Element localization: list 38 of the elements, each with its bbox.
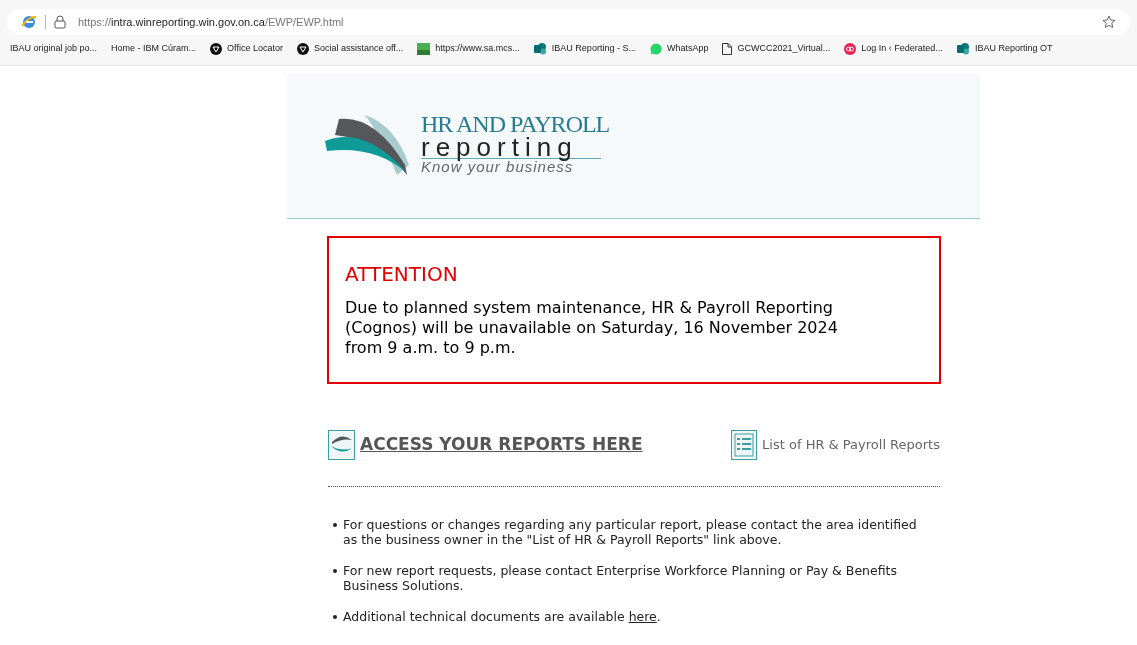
bookmark[interactable]: https://www.sa.mcs... xyxy=(435,42,520,56)
bullet-text: For new report requests, please contact Enterprise Workforce Planning or Pay & Benefits Business Solutions. xyxy=(343,563,898,593)
sharepoint-icon xyxy=(956,43,970,55)
sharepoint-icon xyxy=(533,43,547,55)
bookmark[interactable]: Log In ‹ Federated... xyxy=(861,42,943,56)
bookmark[interactable]: Social assistance off... xyxy=(313,42,404,56)
report-list-link[interactable]: List of HR & Payroll Reports xyxy=(762,435,940,455)
bookmark[interactable]: IBAU Reporting - S... xyxy=(551,42,636,56)
bullet-text: Additional technical documents are available here. xyxy=(343,609,661,624)
bullet-text: For questions or changes regarding any particular report, please contact the area identified as the business owner in the "List of HR & Payroll Reports" link above. xyxy=(343,517,918,547)
chat-icon xyxy=(649,43,662,55)
bookmark[interactable]: GCWCC2021_Virtual... xyxy=(737,42,831,56)
bookmark[interactable]: IBAU original job po... xyxy=(10,42,98,56)
lock-icon xyxy=(54,15,66,29)
bookmark[interactable]: WhatsApp xyxy=(666,42,709,56)
logo-word: reporting xyxy=(421,135,601,159)
notice-title: ATTENTION xyxy=(345,261,459,288)
star-icon[interactable] xyxy=(1102,15,1116,29)
bookmark[interactable]: Office Locator xyxy=(227,42,283,56)
browser-logo-icon xyxy=(21,14,37,30)
address-text[interactable]: https://intra.winreporting.win.gov.on.ca/EWP/EWP.html xyxy=(78,13,344,31)
access-reports-link[interactable]: ACCESS YOUR REPORTS HERE xyxy=(360,432,643,458)
shield-icon xyxy=(296,43,309,55)
bullet-icon xyxy=(333,569,337,573)
list-icon[interactable] xyxy=(731,430,758,460)
link-rings-icon xyxy=(844,43,857,55)
bullet-icon xyxy=(333,615,337,619)
logo-title: HR AND PAYROLL xyxy=(421,111,610,136)
shield-icon xyxy=(210,43,223,55)
notice-message: Due to planned system maintenance, HR & Payroll Reporting (Cognos) will be unavailable on Saturday, 16 November 2024 from 9 a.m. to 9 p.m. xyxy=(345,298,839,358)
reports-logo-icon[interactable] xyxy=(328,430,355,460)
here-link[interactable]: here xyxy=(628,609,657,624)
bookmark[interactable]: Home - IBM Cúram... xyxy=(111,42,197,56)
logo-swoosh-icon xyxy=(325,115,411,177)
document-icon xyxy=(722,43,733,55)
bullet-icon xyxy=(333,523,337,527)
bookmark[interactable]: IBAU Reporting OT xyxy=(974,42,1053,56)
site-tile-icon xyxy=(417,43,431,55)
